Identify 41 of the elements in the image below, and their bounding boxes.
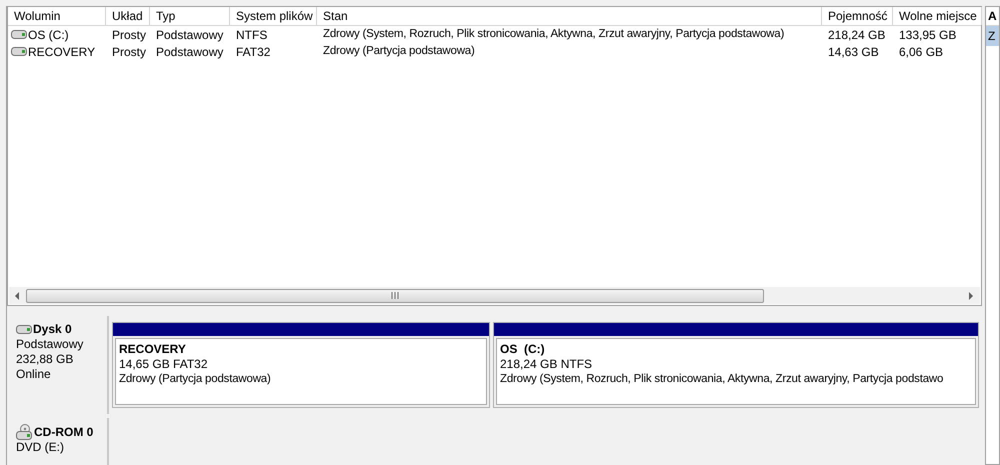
table-cell-text: Prosty	[112, 26, 146, 44]
table-cell-text: Zdrowy (System, Rozruch, Plik stronicowania, Aktywna, Zrzut awaryjny, Partycja podstawowa)	[323, 26, 784, 42]
drive-icon	[16, 325, 32, 334]
column-header[interactable]: Wolne miejsce	[893, 7, 982, 25]
table-cell-text: OS (C:)	[28, 26, 69, 44]
scrollbar-thumb[interactable]	[26, 288, 764, 302]
disk-name: CD-ROM 0	[34, 424, 94, 440]
table-cell-text: Prosty	[112, 44, 146, 60]
column-header[interactable]: Układ	[106, 7, 150, 25]
table-cell-text: 14,63 GB	[828, 44, 879, 60]
drive-icon	[11, 47, 27, 56]
column-header[interactable]: Wolumin	[8, 7, 106, 25]
partition-size: 14,65 GB FAT32	[119, 357, 208, 372]
partition-status: Zdrowy (System, Rozruch, Plik stronicowania, Aktywna, Zrzut awaryjny, Partycja podstawo	[500, 372, 944, 387]
disk-info: DVD (E:)	[16, 440, 65, 455]
partition-size: 218,24 GB NTFS	[500, 357, 594, 372]
disk-name: Dysk 0	[33, 322, 72, 337]
partition-block[interactable]: OS (C:) 218,24 GB NTFS Zdrowy (System, Rozruch, Plik stronicowania, Aktywna, Zrzut awaryjny, Partycja podstawo	[493, 322, 979, 408]
column-header[interactable]: Stan	[317, 7, 822, 25]
column-header[interactable]: System plików	[230, 7, 317, 25]
partition-name: RECOVERY	[119, 342, 187, 357]
table-cell-text: NTFS	[236, 26, 268, 44]
table-cell-text: 6,06 GB	[899, 44, 944, 60]
table-cell-text: FAT32	[236, 44, 270, 60]
table-cell-text: 133,95 GB	[899, 26, 956, 44]
table-cell-text: Podstawowy	[156, 44, 224, 60]
table-cell-text: 218,24 GB	[828, 26, 886, 44]
column-header[interactable]: Typ	[150, 7, 230, 25]
disk-info: Podstawowy	[16, 337, 84, 352]
table-cell-text: Zdrowy (Partycja podstawowa)	[323, 44, 475, 59]
table-cell-text: Podstawowy	[156, 26, 224, 44]
cd-drive-icon	[16, 424, 33, 440]
column-header[interactable]: Pojemność	[822, 7, 893, 25]
partition-block[interactable]: RECOVERY 14,65 GB FAT32 Zdrowy (Partycja podstawowa)	[112, 322, 490, 408]
partition-name: OS (C:)	[500, 342, 546, 357]
partition-status: Zdrowy (Partycja podstawowa)	[119, 372, 272, 387]
disk-info: Online	[16, 367, 52, 382]
disk-info: 232,88 GB	[16, 352, 74, 367]
panel-item[interactable]: Z	[986, 26, 999, 46]
table-cell-text: RECOVERY	[28, 44, 96, 60]
drive-icon	[11, 30, 27, 39]
